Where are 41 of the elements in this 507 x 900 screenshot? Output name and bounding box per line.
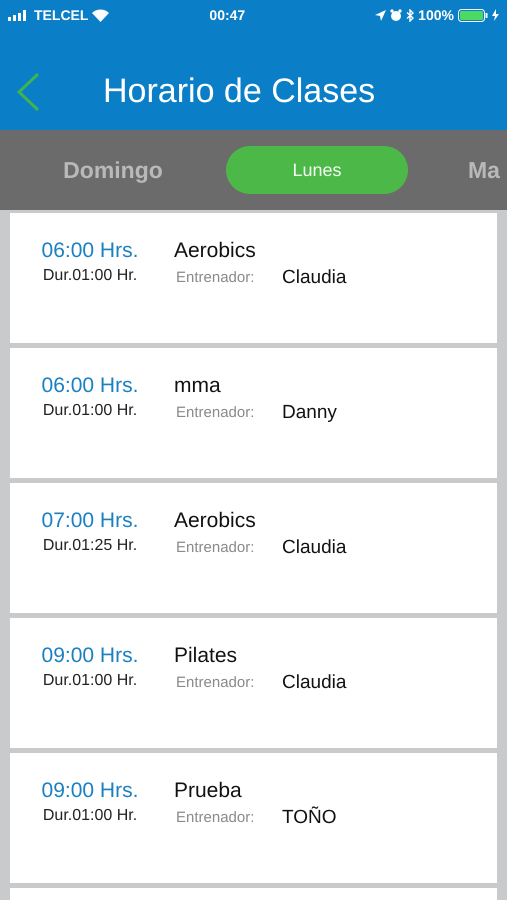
charging-bolt-icon [492,9,499,21]
class-time: 06:00 Hrs. [42,373,138,399]
trainer-label: Entrenador: [175,673,256,693]
trainer-name: Claudia [282,266,346,290]
class-duration: Dur.01:00 Hr. [42,401,138,421]
trainer-label: Entrenador: [175,268,256,288]
class-card[interactable]: 06:00 Hrs. Dur.01:00 Hr. mma Entrenador: Danny [10,348,497,478]
trainer-name: Claudia [282,536,346,560]
trainer-name: Danny [282,401,337,425]
class-time: 06:00 Hrs. [42,238,138,264]
battery-icon [458,8,488,22]
class-time: 09:00 Hrs. [42,778,138,804]
class-card[interactable]: 09:00 Hrs. Dur.01:00 Hr. Prueba Entrenador: TOÑO [10,753,497,883]
class-duration: Dur.01:00 Hr. [42,806,138,826]
class-name: mma [174,373,222,399]
class-name: Aerobics [174,508,257,534]
battery-percent: 100% [418,6,454,24]
class-name: Aerobics [174,238,257,264]
class-duration: Dur.01:25 Hr. [42,536,138,556]
class-name: Pilates [174,643,238,669]
alarm-clock-icon [390,9,402,21]
bluetooth-icon [406,8,414,22]
class-time: 09:00 Hrs. [42,643,138,669]
trainer-label: Entrenador: [175,808,256,828]
back-button[interactable] [16,72,40,112]
class-name: Prueba [174,778,243,804]
class-card[interactable]: 09:00 Hrs. Dur.01:00 Hr. Pilates Entrenador: Claudia [10,618,497,748]
trainer-name: TOÑO [282,805,337,830]
carrier-name: TELCEL [34,6,88,24]
page-title: Horario de Clases [103,74,376,108]
class-time: 07:00 Hrs. [42,508,138,534]
location-arrow-icon [375,10,386,20]
class-card[interactable]: 06:00 Hrs. Dur.01:00 Hr. Aerobics Entrenador: Claudia [10,213,497,343]
wifi-icon [92,8,110,22]
class-duration: Dur.01:00 Hr. [42,266,138,286]
trainer-label: Entrenador: [175,403,256,423]
clock-time: 00:47 [209,6,246,24]
trainer-label: Entrenador: [175,538,256,558]
class-duration: Dur.01:00 Hr. [42,671,138,691]
trainer-name: Claudia [282,671,346,695]
class-card[interactable]: 07:00 Hrs. Dur.01:25 Hr. Aerobics Entrenador: Claudia [10,483,497,613]
